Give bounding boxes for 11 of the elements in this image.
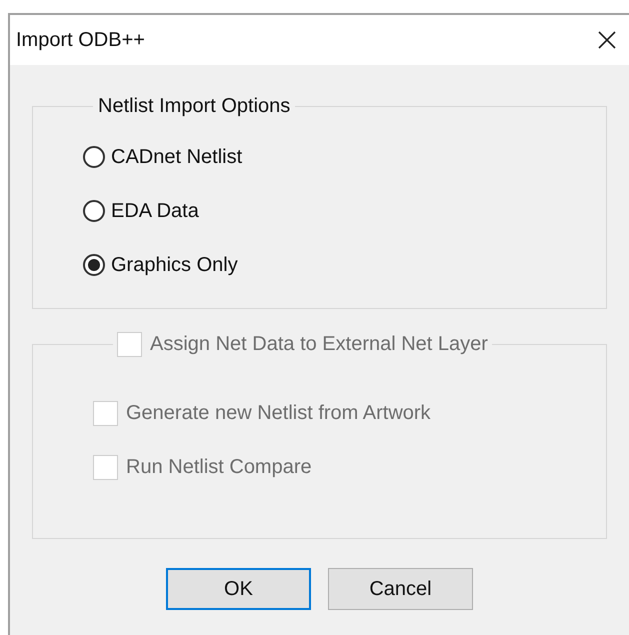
- window-title: Import ODB++: [16, 28, 145, 53]
- radio-label[interactable]: Graphics Only: [111, 250, 238, 280]
- dialog-button[interactable]: OK: [166, 568, 311, 610]
- dialog-button[interactable]: Cancel: [328, 568, 473, 610]
- radio-button[interactable]: [83, 146, 105, 168]
- group-title: Netlist Import Options: [97, 94, 292, 119]
- radio-button[interactable]: [83, 254, 105, 276]
- radio-button[interactable]: [83, 200, 105, 222]
- close-icon[interactable]: [597, 30, 617, 50]
- radio-label[interactable]: CADnet Netlist: [111, 142, 242, 172]
- radio-label[interactable]: EDA Data: [111, 196, 199, 226]
